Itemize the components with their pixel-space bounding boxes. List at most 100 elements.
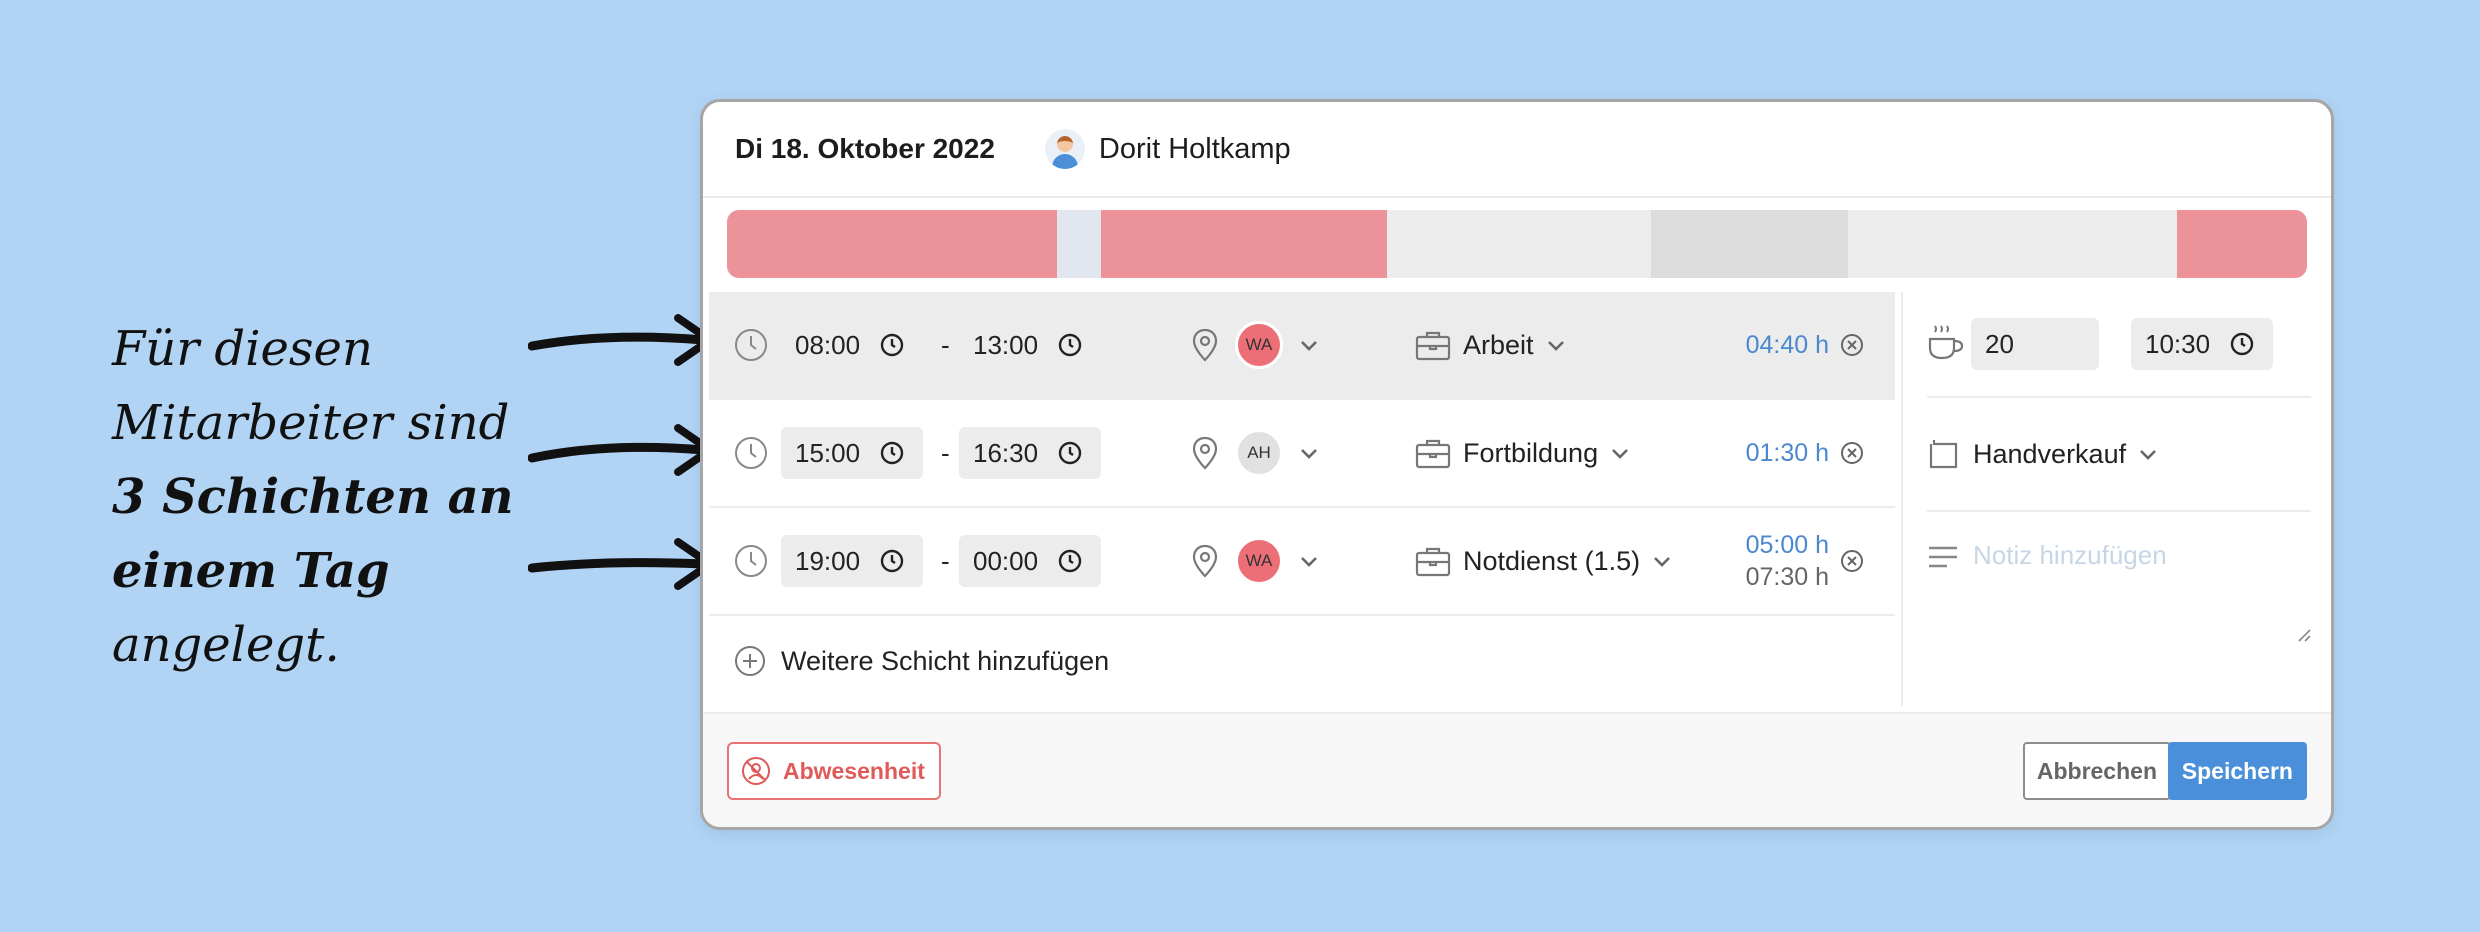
end-time-input[interactable]: 13:00 (959, 319, 1101, 371)
cancel-button[interactable]: Abbrechen (2022, 742, 2171, 800)
note-placeholder: Notiz hinzufügen (1973, 540, 2167, 570)
chevron-down-icon (1654, 557, 1671, 567)
chevron-down-icon[interactable] (1299, 446, 1319, 460)
close-circle-icon[interactable] (1839, 548, 1865, 574)
start-time-input[interactable]: 19:00 (781, 535, 923, 587)
shift-list: 08:00 - 13:00 WA Arbeit 04:40 h 15:00 - … (709, 292, 1895, 616)
clock-icon (880, 333, 904, 357)
break-time-value: 10:30 (2145, 328, 2211, 359)
time-separator: - (941, 329, 950, 360)
shift-duration-weighted: 07:30 h (1745, 563, 1829, 591)
annotation-line-3: 3 Schichten an (112, 469, 514, 525)
timeline-segment-shift (2177, 210, 2307, 278)
lines-icon (1929, 546, 1957, 568)
break-row: 20 10:30 (1927, 292, 2311, 398)
arrow-icon (528, 538, 714, 590)
shift-duration: 01:30 h (1745, 438, 1829, 467)
start-time-value: 15:00 (795, 437, 861, 468)
close-circle-icon[interactable] (1839, 332, 1865, 358)
clock-icon (1058, 441, 1082, 465)
timeline-segment-gap (1057, 210, 1101, 278)
chevron-down-icon (1612, 449, 1629, 459)
clock-icon (735, 329, 767, 361)
shift-row[interactable]: 08:00 - 13:00 WA Arbeit 04:40 h (709, 292, 1895, 400)
note-field[interactable]: Notiz hinzufügen (1927, 512, 2311, 662)
square-icon (1929, 440, 1958, 469)
absence-button[interactable]: Abwesenheit (727, 742, 941, 800)
chevron-down-icon (2140, 450, 2157, 460)
close-circle-icon[interactable] (1839, 440, 1865, 466)
end-time-input[interactable]: 16:30 (959, 427, 1101, 479)
start-time-value: 19:00 (795, 545, 861, 576)
end-time-value: 13:00 (973, 329, 1039, 360)
shift-row[interactable]: 15:00 - 16:30 AH Fortbildung 01:30 h (709, 400, 1895, 508)
break-time-input[interactable]: 10:30 (2131, 318, 2273, 370)
location-badge[interactable]: AH (1235, 429, 1283, 477)
shift-duration: 04:40 h (1745, 330, 1829, 359)
shift-type-select[interactable]: Arbeit (1463, 330, 1566, 361)
coffee-cup-icon (1928, 325, 1964, 360)
resize-grip-icon[interactable] (2295, 626, 2311, 642)
employee: Dorit Holtkamp (1044, 129, 1291, 169)
shift-duration: 05:00 h 07:30 h (1746, 529, 1829, 593)
timeline-segment-shift (1101, 210, 1387, 278)
shift-type-label: Arbeit (1463, 329, 1534, 360)
clock-icon (735, 545, 767, 577)
clock-icon (2230, 332, 2254, 356)
end-time-input[interactable]: 00:00 (959, 535, 1101, 587)
arrow-icon (528, 424, 714, 476)
shift-row[interactable]: 19:00 - 00:00 WA Notdienst (1.5) 05:00 h… (709, 508, 1895, 616)
dialog-header: Di 18. Oktober 2022 Dorit Holtkamp (703, 102, 2331, 198)
shift-duration-main: 05:00 h (1745, 531, 1829, 559)
briefcase-icon (1415, 331, 1451, 361)
department-select[interactable]: Handverkauf (1927, 398, 2311, 512)
annotation-line-1: Für diesen (112, 321, 373, 377)
shift-type-label: Notdienst (1.5) (1463, 545, 1641, 576)
location-pin-icon (1192, 436, 1218, 470)
break-minutes-input[interactable]: 20 (1971, 318, 2099, 370)
timeline-segment-training (1651, 210, 1848, 278)
time-separator: - (941, 437, 950, 468)
add-shift-button[interactable]: Weitere Schicht hinzufügen (709, 616, 1895, 706)
clock-icon (1058, 333, 1082, 357)
dialog-date: Di 18. Oktober 2022 (735, 133, 995, 164)
annotation-text: Für diesen Mitarbeiter sind 3 Schichten … (112, 312, 552, 682)
clock-icon (880, 549, 904, 573)
employee-name: Dorit Holtkamp (1098, 132, 1291, 165)
location-badge[interactable]: WA (1235, 321, 1283, 369)
clock-icon (880, 441, 904, 465)
location-pin-icon (1192, 328, 1218, 362)
side-panel: 20 10:30 Handverkauf Notiz hinzufügen (1903, 292, 2311, 662)
start-time-input[interactable]: 15:00 (781, 427, 923, 479)
arrow-icon (528, 314, 714, 366)
time-separator: - (941, 545, 950, 576)
add-shift-label: Weitere Schicht hinzufügen (781, 645, 1110, 676)
avatar (1044, 129, 1085, 169)
start-time-input[interactable]: 08:00 (781, 319, 923, 371)
briefcase-icon (1415, 439, 1451, 469)
briefcase-icon (1415, 547, 1451, 577)
end-time-value: 16:30 (973, 437, 1039, 468)
end-time-value: 00:00 (973, 545, 1039, 576)
chevron-down-icon[interactable] (1299, 338, 1319, 352)
person-slash-icon (742, 757, 770, 785)
clock-icon (735, 437, 767, 469)
plus-circle-icon (735, 646, 765, 676)
clock-icon (1058, 549, 1082, 573)
location-badge[interactable]: WA (1235, 537, 1283, 585)
day-timeline (727, 210, 2307, 278)
absence-label: Abwesenheit (783, 757, 925, 784)
location-pin-icon (1192, 544, 1218, 578)
annotation-line-2: Mitarbeiter sind (112, 395, 510, 451)
save-button[interactable]: Speichern (2167, 742, 2307, 800)
timeline-segment-shift (727, 210, 1057, 278)
chevron-down-icon[interactable] (1299, 554, 1319, 568)
shift-type-label: Fortbildung (1463, 437, 1599, 468)
chevron-down-icon (1547, 341, 1564, 351)
annotation-line-4-suffix: angelegt. (112, 617, 340, 673)
department-label: Handverkauf (1973, 438, 2127, 469)
dialog-footer: Abwesenheit Abbrechen Speichern (703, 712, 2331, 827)
annotation-line-4: einem Tag (112, 543, 390, 599)
shift-type-select[interactable]: Notdienst (1.5) (1463, 546, 1672, 577)
shift-type-select[interactable]: Fortbildung (1463, 438, 1630, 469)
